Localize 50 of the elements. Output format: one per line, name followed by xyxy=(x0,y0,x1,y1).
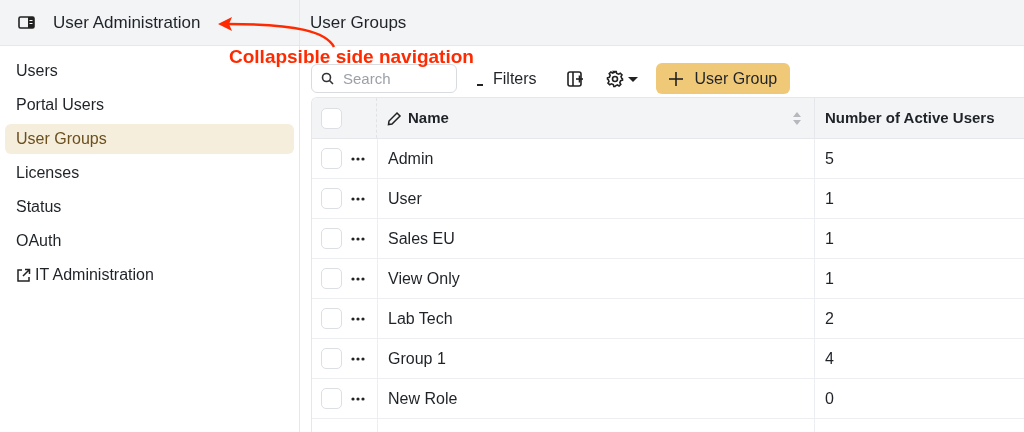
column-header[interactable]: Name xyxy=(408,106,449,130)
table-cell-text: 5 xyxy=(825,148,834,169)
sidebar-item[interactable]: IT Administration xyxy=(5,260,165,290)
filters-button[interactable]: Filters xyxy=(477,66,537,91)
sidebar-item[interactable]: Licenses xyxy=(5,158,91,188)
checkbox[interactable] xyxy=(321,308,342,329)
column-header[interactable]: Number of Active Users xyxy=(825,106,995,130)
checkbox[interactable] xyxy=(321,188,342,209)
table-cell-text: 2 xyxy=(825,308,834,329)
more-icon[interactable] xyxy=(351,356,365,361)
checkbox[interactable] xyxy=(321,348,342,369)
more-icon[interactable] xyxy=(351,156,365,161)
plus-icon xyxy=(668,71,683,86)
checkbox[interactable] xyxy=(321,148,342,169)
filter-icon xyxy=(477,83,483,86)
more-icon[interactable] xyxy=(351,276,365,281)
more-icon[interactable] xyxy=(351,396,365,401)
sidebar-toggle-icon[interactable] xyxy=(18,16,35,29)
add-user-group-button[interactable]: User Group xyxy=(655,63,791,94)
checkbox[interactable] xyxy=(321,388,342,409)
sidebar-item[interactable]: Users xyxy=(5,56,69,86)
table-cell-text: Group 1 xyxy=(388,348,446,369)
checkbox[interactable] xyxy=(321,107,342,129)
edit-icon xyxy=(387,110,402,126)
sidebar-item[interactable]: OAuth xyxy=(5,226,73,256)
table-cell-text: View Only xyxy=(388,268,460,289)
checkbox[interactable] xyxy=(321,268,342,289)
table-cell-text: 4 xyxy=(825,348,834,369)
external-link-icon xyxy=(16,267,31,283)
more-icon[interactable] xyxy=(351,196,365,201)
table-cell-text: 1 xyxy=(825,268,834,289)
more-icon[interactable] xyxy=(351,236,365,241)
add-column-icon[interactable] xyxy=(566,70,584,87)
more-icon[interactable] xyxy=(351,316,365,321)
checkbox[interactable] xyxy=(321,228,342,249)
search-icon xyxy=(321,72,334,85)
settings-dropdown-icon[interactable] xyxy=(605,69,640,88)
table-cell-text: Admin xyxy=(388,148,434,169)
sidebar-item[interactable]: Portal Users xyxy=(5,90,116,120)
sidebar-item[interactable]: User Groups xyxy=(5,124,294,154)
sidebar-item[interactable]: Status xyxy=(5,192,73,222)
page-title: User Groups xyxy=(310,11,407,34)
table-cell-text: Lab Tech xyxy=(388,308,453,329)
table-cell-text: 1 xyxy=(825,228,834,249)
table-cell-text: 0 xyxy=(825,388,834,409)
table-cell-text: User xyxy=(388,188,422,209)
table-cell-text: Sales EU xyxy=(388,228,455,249)
app-title: User Administration xyxy=(53,11,201,34)
table-cell-text: New Role xyxy=(388,388,458,409)
table-cell-text: 1 xyxy=(825,188,834,209)
